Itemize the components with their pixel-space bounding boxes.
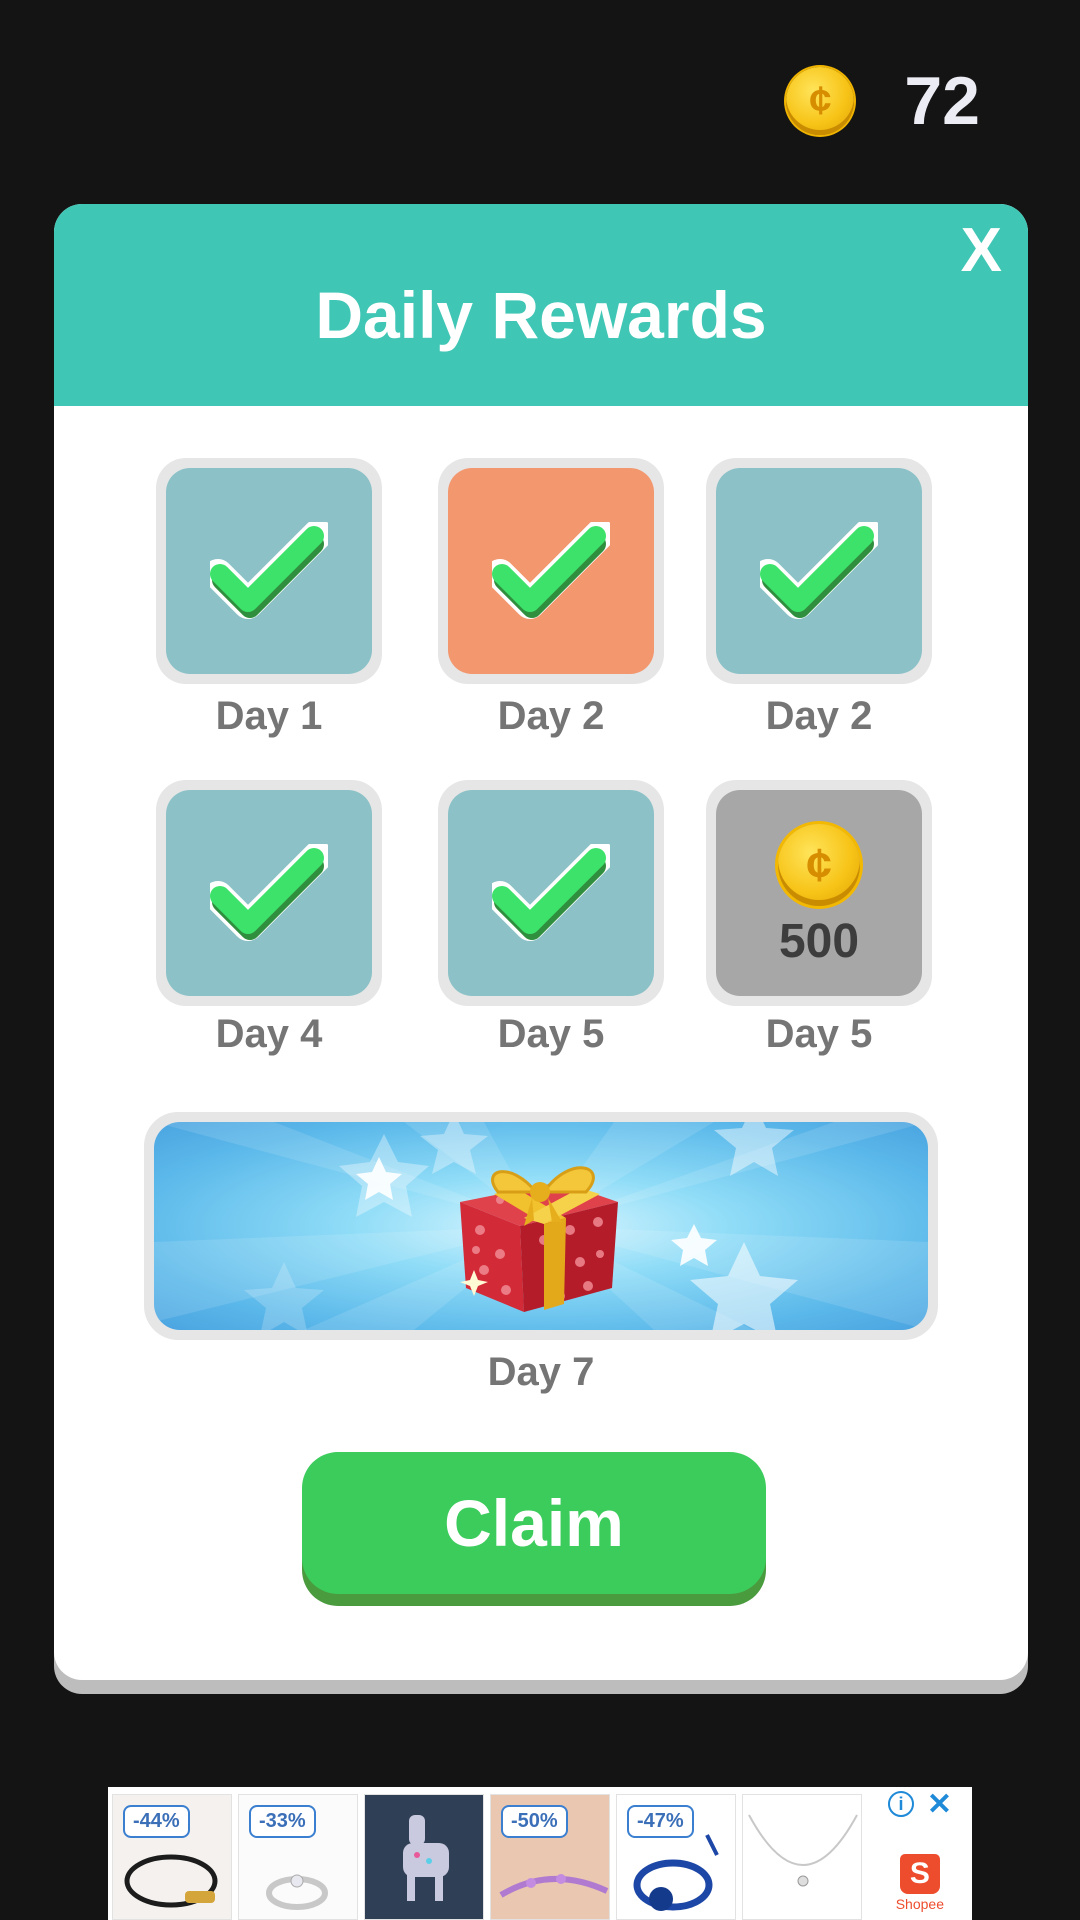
reward-tile-day-7[interactable]	[144, 1112, 938, 1340]
day-label: Day 5	[497, 1012, 605, 1056]
check-icon	[492, 844, 610, 942]
shopee-logo[interactable]: S Shopee	[896, 1854, 944, 1912]
check-icon	[210, 844, 328, 942]
ring-icon	[266, 1874, 328, 1910]
ad-product[interactable]: -44%	[112, 1794, 232, 1920]
ad-product[interactable]: -47%	[616, 1794, 736, 1920]
bracelet-icon	[633, 1834, 719, 1911]
close-button[interactable]: X	[961, 220, 1002, 282]
day-label: Day 2	[497, 694, 605, 738]
close-icon[interactable]: ✕	[927, 1787, 952, 1822]
dialog-title: Daily Rewards	[315, 278, 767, 352]
reward-amount: 500	[778, 914, 860, 968]
day-label: Day 4	[215, 1012, 323, 1056]
day-label: Day 1	[215, 694, 323, 738]
gift-icon	[460, 1166, 618, 1312]
check-icon	[492, 522, 610, 620]
reward-tile-day-5[interactable]	[438, 780, 664, 1006]
day-label: Day 5	[765, 1012, 873, 1056]
claim-button[interactable]: Claim	[302, 1452, 766, 1594]
necklace-icon	[748, 1814, 858, 1887]
check-icon	[760, 522, 878, 620]
day-label: Day 2	[765, 694, 873, 738]
ad-product[interactable]: -50%	[490, 1794, 610, 1920]
check-icon	[210, 522, 328, 620]
llama-pin-icon	[403, 1815, 449, 1901]
reward-tile-day-4[interactable]	[156, 780, 382, 1006]
reward-tile-day-2[interactable]	[438, 458, 664, 684]
brand-name: Shopee	[895, 1896, 944, 1912]
bracelet-icon	[124, 1854, 218, 1908]
coin-counter: ¢ 72	[786, 62, 980, 140]
info-icon[interactable]: i	[888, 1791, 914, 1817]
bracelet-icon	[499, 1874, 609, 1898]
reward-tile-day-6[interactable]: ¢ 500	[706, 780, 932, 1006]
ad-product[interactable]: -33%	[238, 1794, 358, 1920]
shopee-bag-icon: S	[899, 1854, 940, 1894]
day-label: Day 7	[487, 1350, 595, 1394]
dialog-header: Daily Rewards X	[54, 204, 1028, 406]
coin-icon: ¢	[786, 67, 855, 135]
ad-product[interactable]	[742, 1794, 862, 1920]
day-7-banner	[154, 1122, 928, 1330]
ad-banner[interactable]: -44% -33% -50% -47% i ✕ S Shopee	[108, 1787, 972, 1920]
coin-icon: ¢	[778, 823, 860, 906]
daily-rewards-dialog: Daily Rewards X Day 1 Day 2 Day 2 Day 4 …	[54, 204, 1028, 1680]
coin-count: 72	[904, 63, 980, 139]
reward-tile-day-3[interactable]	[706, 458, 932, 684]
reward-tile-day-1[interactable]	[156, 458, 382, 684]
ad-product[interactable]	[364, 1794, 484, 1920]
